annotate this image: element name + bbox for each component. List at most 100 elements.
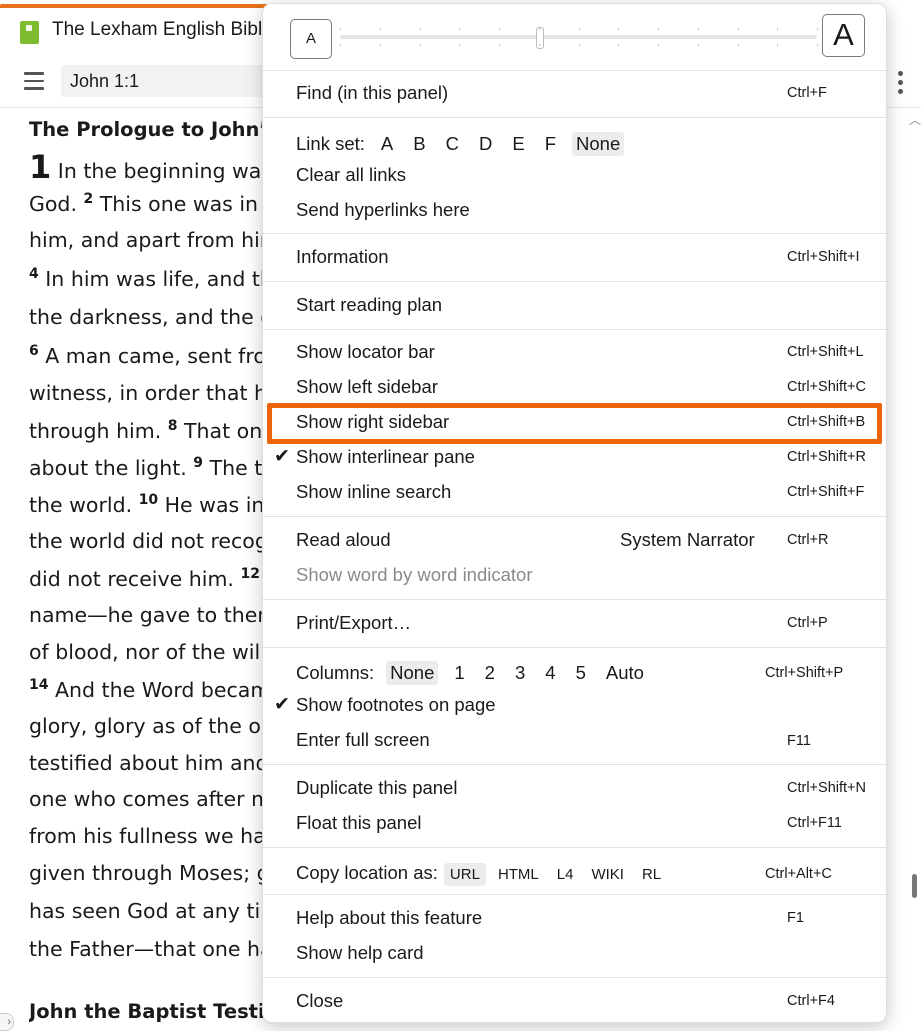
link-set-option-a[interactable]: A bbox=[377, 132, 397, 156]
scrollbar-thumb[interactable] bbox=[912, 874, 917, 898]
menu-separator bbox=[263, 233, 886, 234]
verse-line: name—he gave to them the right to bbox=[29, 603, 289, 627]
slider-tick bbox=[697, 44, 699, 46]
slider-tick bbox=[379, 28, 381, 30]
menu-separator bbox=[263, 977, 886, 978]
columns-option-4[interactable]: 4 bbox=[541, 661, 559, 685]
copy-location-option-l4[interactable]: L4 bbox=[551, 863, 580, 886]
copy-location-option-wiki[interactable]: WIKI bbox=[585, 863, 630, 886]
verse-line: God. 2 This one was in the beginning bbox=[29, 191, 289, 216]
menu-separator bbox=[263, 894, 886, 895]
slider-tick bbox=[777, 44, 779, 46]
reference-box[interactable]: John 1:1 bbox=[61, 65, 281, 97]
menu-item-send-hyperlinks[interactable]: Send hyperlinks here bbox=[296, 199, 470, 221]
panel-context-menu: A A Find (in this panel) Ctrl+F Link set… bbox=[262, 3, 887, 1023]
verse-line: 6 A man came, sent from God, whose bbox=[29, 343, 289, 368]
more-options-icon[interactable] bbox=[896, 71, 904, 97]
columns-label: Columns: bbox=[296, 662, 375, 683]
link-set-option-e[interactable]: E bbox=[508, 132, 528, 156]
menu-item-help-feature[interactable]: Help about this feature bbox=[296, 907, 482, 929]
slider-tick bbox=[658, 44, 659, 46]
menu-item-show-inline-search[interactable]: Show inline search bbox=[296, 481, 451, 503]
verse-number[interactable]: 14 bbox=[29, 677, 48, 693]
verse-line: through him. 8 That one was not the ligh… bbox=[29, 418, 289, 443]
link-set-option-b[interactable]: B bbox=[409, 132, 429, 156]
font-size-slider-thumb[interactable] bbox=[536, 27, 545, 49]
hamburger-menu-icon[interactable] bbox=[24, 72, 44, 90]
verse-number[interactable]: 2 bbox=[83, 191, 93, 207]
verse-line: given through Moses; grace and truth bbox=[29, 861, 289, 885]
slider-tick bbox=[777, 28, 779, 30]
slider-tick bbox=[459, 44, 461, 46]
columns-option-none[interactable]: None bbox=[386, 661, 439, 685]
menu-item-show-interlinear-pane[interactable]: Show interlinear pane bbox=[296, 446, 475, 468]
verse-number[interactable]: 4 bbox=[29, 266, 39, 282]
increase-font-button[interactable]: A bbox=[822, 14, 865, 57]
menu-item-copy-location: Copy location as: URL HTML L4 WIKI RL bbox=[296, 862, 667, 886]
verse-number[interactable]: 10 bbox=[139, 492, 158, 508]
copy-location-option-rl[interactable]: RL bbox=[636, 863, 667, 886]
book-icon bbox=[20, 21, 39, 44]
menu-item-reading-plan[interactable]: Start reading plan bbox=[296, 294, 442, 316]
menu-item-duplicate-panel[interactable]: Duplicate this panel bbox=[296, 777, 457, 799]
link-set-option-d[interactable]: D bbox=[475, 132, 496, 156]
verse-line: the darkness, and the darkness did not bbox=[29, 305, 289, 329]
shortcut-inline-search: Ctrl+Shift+F bbox=[787, 484, 865, 500]
verse-number[interactable]: 9 bbox=[193, 455, 203, 471]
verse-line: the Father—that one has made him known. bbox=[29, 937, 289, 961]
columns-option-1[interactable]: 1 bbox=[450, 661, 468, 685]
link-set-option-f[interactable]: F bbox=[541, 132, 560, 156]
shortcut-find: Ctrl+F bbox=[787, 85, 827, 101]
expand-sidebar-arrow-icon[interactable]: › bbox=[0, 1013, 14, 1031]
menu-item-float-panel[interactable]: Float this panel bbox=[296, 812, 421, 834]
verse-number[interactable]: 6 bbox=[29, 343, 39, 359]
verse-line: the world. 10 He was in the world bbox=[29, 492, 289, 517]
slider-tick bbox=[340, 44, 341, 46]
slider-tick bbox=[578, 44, 580, 46]
menu-item-information[interactable]: Information bbox=[296, 246, 389, 268]
section-heading: John the Baptist Testifies about Jesus bbox=[29, 1000, 289, 1023]
menu-item-find[interactable]: Find (in this panel) bbox=[296, 82, 448, 104]
menu-item-show-locator-bar[interactable]: Show locator bar bbox=[296, 341, 435, 363]
verse-number[interactable]: 8 bbox=[168, 418, 178, 434]
tab-lexham-english-bible[interactable]: The Lexham English Bible bbox=[0, 8, 290, 58]
slider-tick bbox=[538, 44, 540, 46]
menu-separator bbox=[263, 647, 886, 648]
menu-item-help-card[interactable]: Show help card bbox=[296, 942, 424, 964]
menu-item-close[interactable]: Close bbox=[296, 990, 343, 1012]
decrease-font-button[interactable]: A bbox=[290, 19, 332, 59]
menu-item-show-footnotes[interactable]: Show footnotes on page bbox=[296, 694, 496, 716]
shortcut-float-panel: Ctrl+F11 bbox=[787, 815, 842, 831]
slider-tick bbox=[618, 28, 620, 30]
scroll-up-arrow-icon[interactable]: ︿ bbox=[909, 111, 921, 128]
link-set-option-c[interactable]: C bbox=[442, 132, 463, 156]
section-heading: The Prologue to John’s Gospel bbox=[29, 118, 289, 141]
copy-location-option-url[interactable]: URL bbox=[443, 863, 486, 886]
columns-option-auto[interactable]: Auto bbox=[602, 661, 648, 685]
shortcut-interlinear-pane: Ctrl+Shift+R bbox=[787, 449, 866, 465]
columns-option-3[interactable]: 3 bbox=[511, 661, 529, 685]
font-size-slider[interactable] bbox=[340, 35, 817, 39]
menu-item-link-set: Link set: A B C D E F None bbox=[296, 132, 625, 156]
menu-item-full-screen[interactable]: Enter full screen bbox=[296, 729, 430, 751]
slider-tick bbox=[499, 28, 500, 30]
columns-option-5[interactable]: 5 bbox=[572, 661, 590, 685]
verse-line: witness, in order that he might testify bbox=[29, 381, 289, 405]
columns-option-2[interactable]: 2 bbox=[481, 661, 499, 685]
menu-separator bbox=[263, 847, 886, 848]
read-aloud-voice[interactable]: System Narrator bbox=[620, 529, 755, 551]
slider-tick bbox=[340, 28, 341, 30]
reading-pane: The Prologue to John’s Gospel John the B… bbox=[29, 108, 289, 1031]
shortcut-read-aloud: Ctrl+R bbox=[787, 532, 829, 548]
menu-item-print-export[interactable]: Print/Export… bbox=[296, 612, 411, 634]
menu-item-show-left-sidebar[interactable]: Show left sidebar bbox=[296, 376, 438, 398]
slider-tick bbox=[697, 28, 699, 30]
slider-tick bbox=[379, 44, 381, 46]
copy-location-option-html[interactable]: HTML bbox=[492, 863, 545, 886]
menu-item-read-aloud[interactable]: Read aloud bbox=[296, 529, 391, 551]
link-set-option-none[interactable]: None bbox=[572, 132, 625, 156]
verse-line: 14 And the Word became flesh bbox=[29, 677, 289, 702]
menu-item-clear-links[interactable]: Clear all links bbox=[296, 164, 406, 186]
verse-number[interactable]: 12 bbox=[240, 566, 259, 582]
menu-separator bbox=[263, 764, 886, 765]
